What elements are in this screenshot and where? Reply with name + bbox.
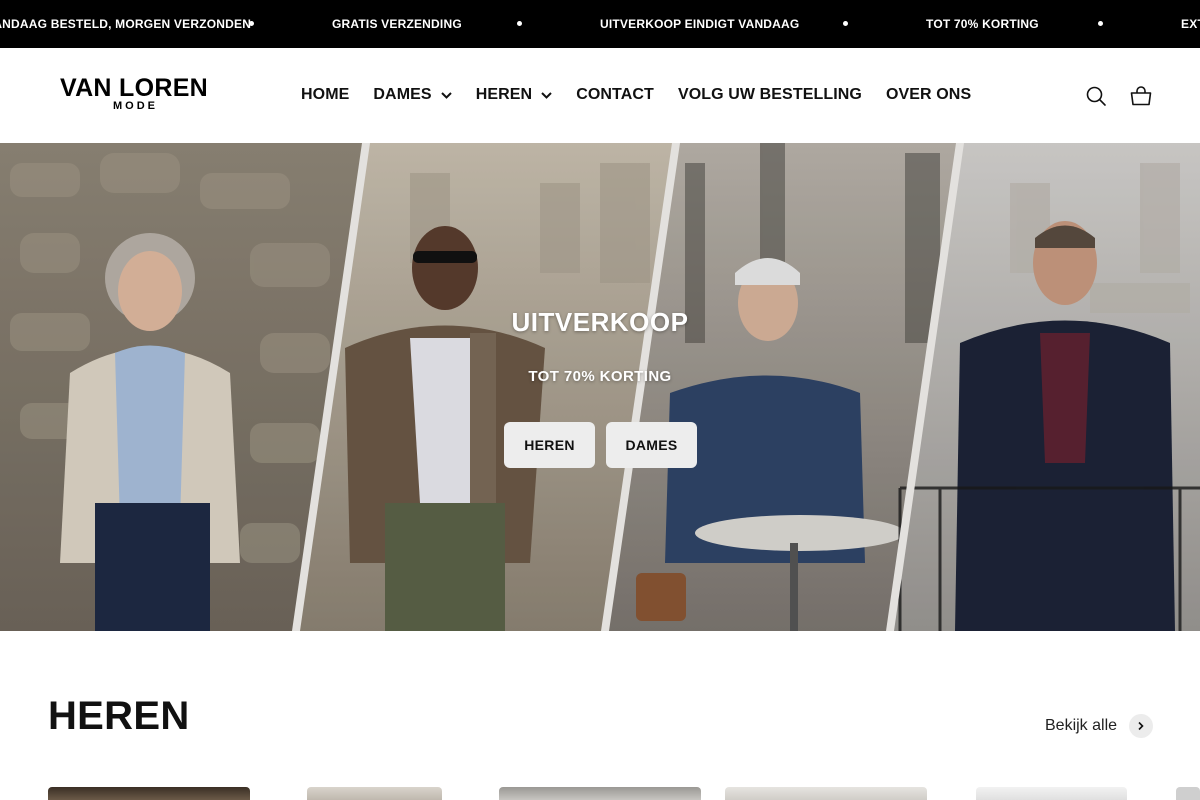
nav-item-label: DAMES (373, 86, 432, 103)
hero-subtitle: TOT 70% KORTING (528, 368, 672, 385)
chevron-right-icon (1129, 714, 1154, 738)
product-card[interactable] (1176, 787, 1200, 800)
hero-dames-button[interactable]: DAMES (606, 422, 697, 468)
logo[interactable]: VAN LOREN MODE (54, 75, 214, 112)
nav-item-dames[interactable]: DAMES (373, 86, 452, 104)
cart-icon[interactable] (1129, 84, 1153, 108)
hero-title: UITVERKOOP (511, 307, 689, 337)
separator-dot (249, 21, 254, 26)
site-header: VAN LOREN MODE HOME DAMES HEREN CONTACT … (0, 48, 1200, 143)
product-card[interactable] (307, 787, 442, 800)
hero-banner: UITVERKOOP TOT 70% KORTING HEREN DAMES (0, 143, 1200, 631)
chevron-down-icon (440, 91, 452, 99)
product-card[interactable] (976, 787, 1127, 800)
nav-item-over-ons[interactable]: OVER ONS (886, 86, 971, 104)
product-card[interactable] (48, 787, 250, 800)
announcement-message: EXTRA KORTING (1181, 17, 1200, 31)
separator-dot (843, 21, 848, 26)
nav-item-contact[interactable]: CONTACT (576, 86, 654, 104)
nav-item-home[interactable]: HOME (301, 86, 349, 104)
chevron-down-icon (541, 91, 552, 99)
nav-item-label: OVER ONS (885, 86, 972, 103)
nav-item-label: VOLG UW BESTELLING (677, 86, 862, 103)
announcement-message: UITVERKOOP EINDIGT VANDAAG (600, 17, 800, 31)
nav-item-heren[interactable]: HEREN (476, 86, 553, 104)
view-all-link[interactable]: Bekijk alle (1045, 714, 1154, 738)
product-card[interactable] (499, 787, 701, 800)
separator-dot (517, 21, 522, 26)
separator-dot (1098, 21, 1103, 26)
nav-item-label: HOME (301, 86, 350, 103)
nav-item-label: CONTACT (576, 86, 654, 103)
hero-overlay (0, 143, 1200, 631)
announcement-bar: VANDAAG BESTELD, MORGEN VERZONDEN GRATIS… (0, 0, 1200, 48)
nav-item-label: HEREN (475, 86, 533, 103)
search-icon[interactable] (1084, 84, 1108, 108)
nav-item-volg-uw-bestelling[interactable]: VOLG UW BESTELLING (678, 86, 862, 104)
logo-line-1: VAN LOREN (59, 74, 209, 102)
view-all-label: Bekijk alle (1045, 717, 1118, 734)
announcement-message: VANDAAG BESTELD, MORGEN VERZONDEN (0, 17, 252, 31)
main-nav: HOME DAMES HEREN CONTACT VOLG UW BESTELL… (301, 86, 995, 104)
announcement-message: TOT 70% KORTING (926, 17, 1039, 31)
section-title: HEREN (48, 694, 190, 738)
announcement-message: GRATIS VERZENDING (332, 17, 462, 31)
product-card[interactable] (725, 787, 927, 800)
hero-heren-button[interactable]: HEREN (504, 422, 595, 468)
